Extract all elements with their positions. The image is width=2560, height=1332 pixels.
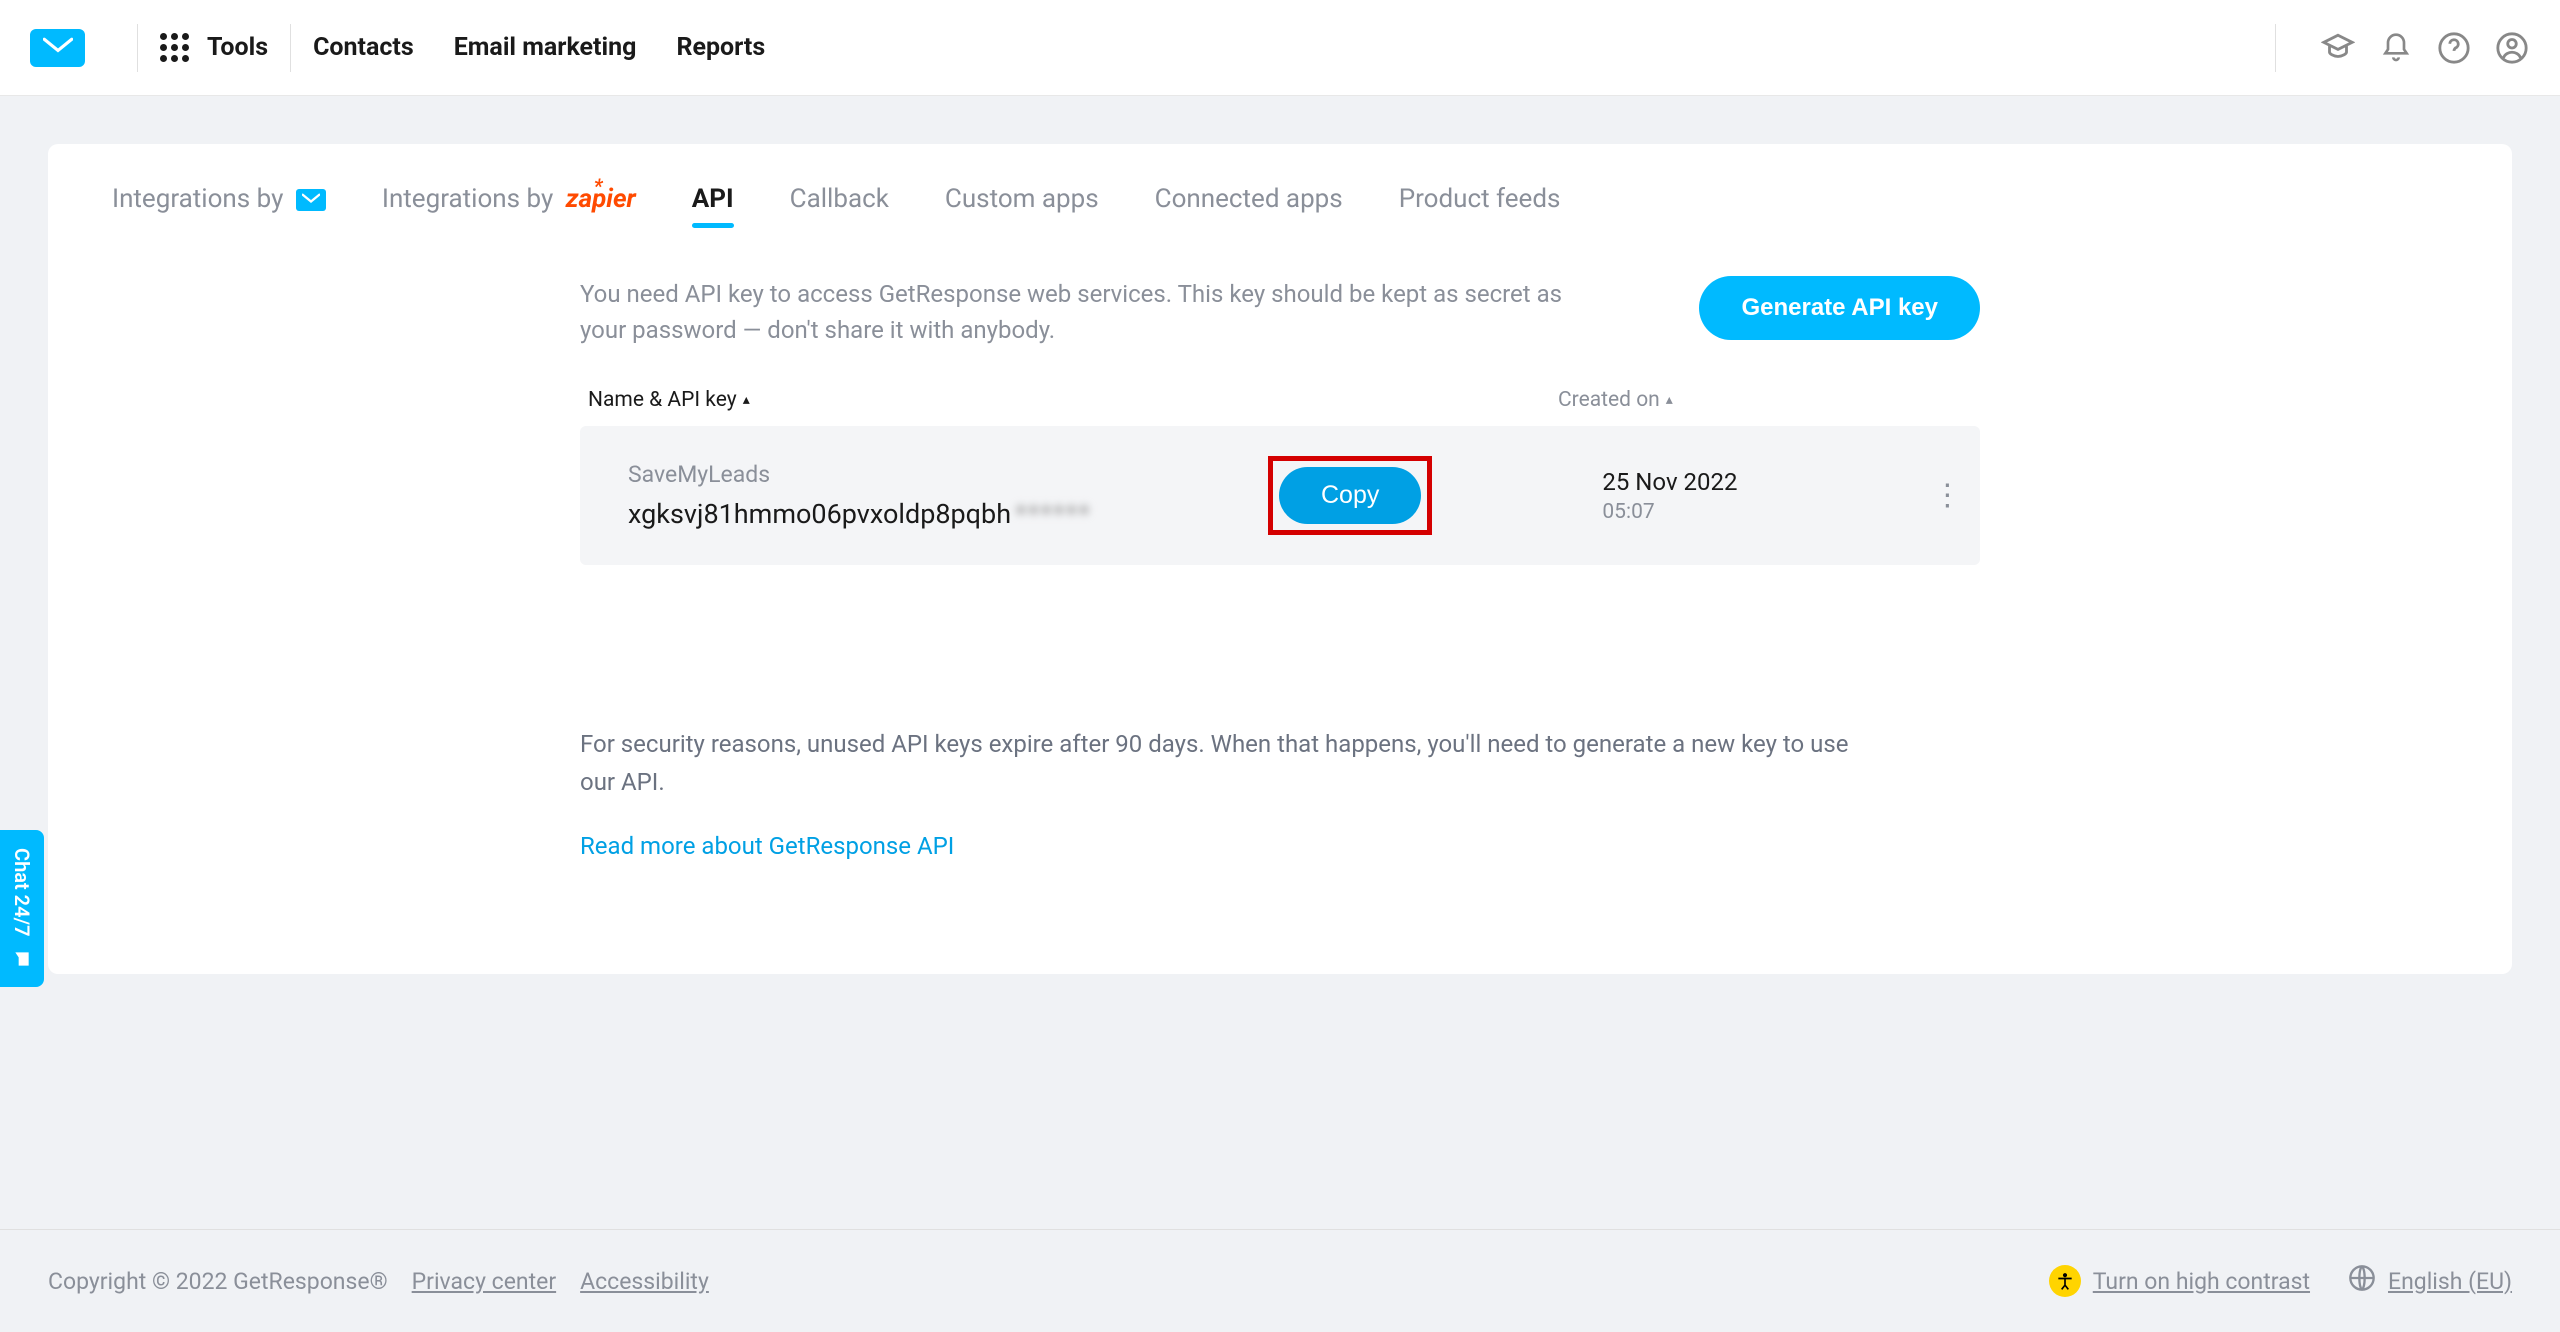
info-text: For security reasons, unused API keys ex… — [580, 725, 1860, 802]
accessibility-icon — [2049, 1265, 2081, 1297]
row-menu-icon[interactable]: ⋮ — [1922, 478, 1972, 513]
divider — [137, 24, 138, 72]
accessibility-link[interactable]: Accessibility — [580, 1268, 709, 1295]
key-visible-part: xgksvj81hmmo06pvxoldp8pqbh — [628, 498, 1011, 530]
main-card: Integrations by Integrations by zapier A… — [48, 144, 2512, 974]
tab-connected-apps[interactable]: Connected apps — [1155, 184, 1343, 226]
key-hidden-part: ****** — [1015, 498, 1091, 530]
apps-grid-icon[interactable] — [160, 33, 189, 62]
top-nav: Tools Contacts Email marketing Reports — [0, 0, 2560, 96]
tabs: Integrations by Integrations by zapier A… — [112, 184, 2448, 226]
tab-label: Integrations by — [382, 184, 553, 214]
zapier-logo: zapier — [566, 184, 636, 214]
logo[interactable] — [30, 29, 85, 67]
tab-integrations-zapier[interactable]: Integrations by zapier — [382, 184, 636, 226]
created-column: 25 Nov 2022 05:07 — [1602, 468, 1922, 524]
nav-right — [2253, 24, 2530, 72]
api-key-name: SaveMyLeads — [628, 461, 1268, 488]
generate-api-key-button[interactable]: Generate API key — [1699, 276, 1980, 340]
read-more-link[interactable]: Read more about GetResponse API — [580, 832, 954, 860]
intro-text: You need API key to access GetResponse w… — [580, 276, 1590, 348]
bell-icon[interactable] — [2378, 30, 2414, 66]
tab-callback[interactable]: Callback — [790, 184, 889, 226]
th-label: Name & API key — [588, 388, 737, 412]
copy-highlight-box: Copy — [1268, 456, 1432, 535]
chat-label: Chat 24/7 — [10, 848, 34, 937]
language-selector[interactable]: English (EU) — [2348, 1264, 2512, 1298]
nav-email-marketing[interactable]: Email marketing — [454, 33, 637, 62]
contrast-label: Turn on high contrast — [2093, 1268, 2310, 1295]
footer: Copyright © 2022 GetResponse® Privacy ce… — [0, 1229, 2560, 1332]
th-label: Created on — [1558, 388, 1660, 412]
gr-logo-icon — [296, 189, 326, 211]
intro-row: You need API key to access GetResponse w… — [580, 276, 1980, 348]
main-wrap: Integrations by Integrations by zapier A… — [0, 96, 2560, 1022]
sort-caret-icon: ▴ — [743, 392, 750, 408]
nav-tools[interactable]: Tools — [207, 33, 268, 62]
chat-icon — [12, 949, 32, 969]
tab-integrations-gr[interactable]: Integrations by — [112, 184, 326, 226]
copy-button[interactable]: Copy — [1279, 467, 1421, 524]
profile-icon[interactable] — [2494, 30, 2530, 66]
column-created-on[interactable]: Created on ▴ — [1558, 388, 1673, 412]
privacy-link[interactable]: Privacy center — [412, 1268, 556, 1295]
globe-icon — [2348, 1264, 2376, 1298]
nav-contacts[interactable]: Contacts — [313, 33, 414, 62]
copyright: Copyright © 2022 GetResponse® — [48, 1268, 388, 1295]
sort-caret-icon: ▴ — [1666, 392, 1673, 408]
tab-custom-apps[interactable]: Custom apps — [945, 184, 1099, 226]
language-label: English (EU) — [2388, 1268, 2512, 1295]
column-name-apikey[interactable]: Name & API key ▴ — [588, 388, 1558, 412]
api-key-row: SaveMyLeads xgksvj81hmmo06pvxoldp8pqbh *… — [580, 426, 1980, 565]
api-key-value: xgksvj81hmmo06pvxoldp8pqbh ****** — [628, 498, 1268, 530]
footer-right: Turn on high contrast English (EU) — [2049, 1264, 2512, 1298]
tab-product-feeds[interactable]: Product feeds — [1399, 184, 1561, 226]
graduation-icon[interactable] — [2320, 30, 2356, 66]
info-section: For security reasons, unused API keys ex… — [580, 725, 1980, 860]
created-date: 25 Nov 2022 — [1602, 468, 1922, 496]
tab-api[interactable]: API — [692, 184, 734, 226]
nav-reports[interactable]: Reports — [676, 33, 765, 62]
key-column: SaveMyLeads xgksvj81hmmo06pvxoldp8pqbh *… — [628, 461, 1268, 530]
created-time: 05:07 — [1602, 500, 1922, 524]
api-content: You need API key to access GetResponse w… — [580, 276, 1980, 860]
footer-left: Copyright © 2022 GetResponse® Privacy ce… — [48, 1268, 709, 1295]
envelope-icon — [43, 37, 73, 59]
tab-label: Integrations by — [112, 184, 283, 214]
divider — [2275, 24, 2276, 72]
chat-tab[interactable]: Chat 24/7 — [0, 830, 44, 987]
divider — [290, 24, 291, 72]
help-icon[interactable] — [2436, 30, 2472, 66]
table-header: Name & API key ▴ Created on ▴ — [580, 388, 1980, 426]
high-contrast-toggle[interactable]: Turn on high contrast — [2049, 1265, 2310, 1297]
